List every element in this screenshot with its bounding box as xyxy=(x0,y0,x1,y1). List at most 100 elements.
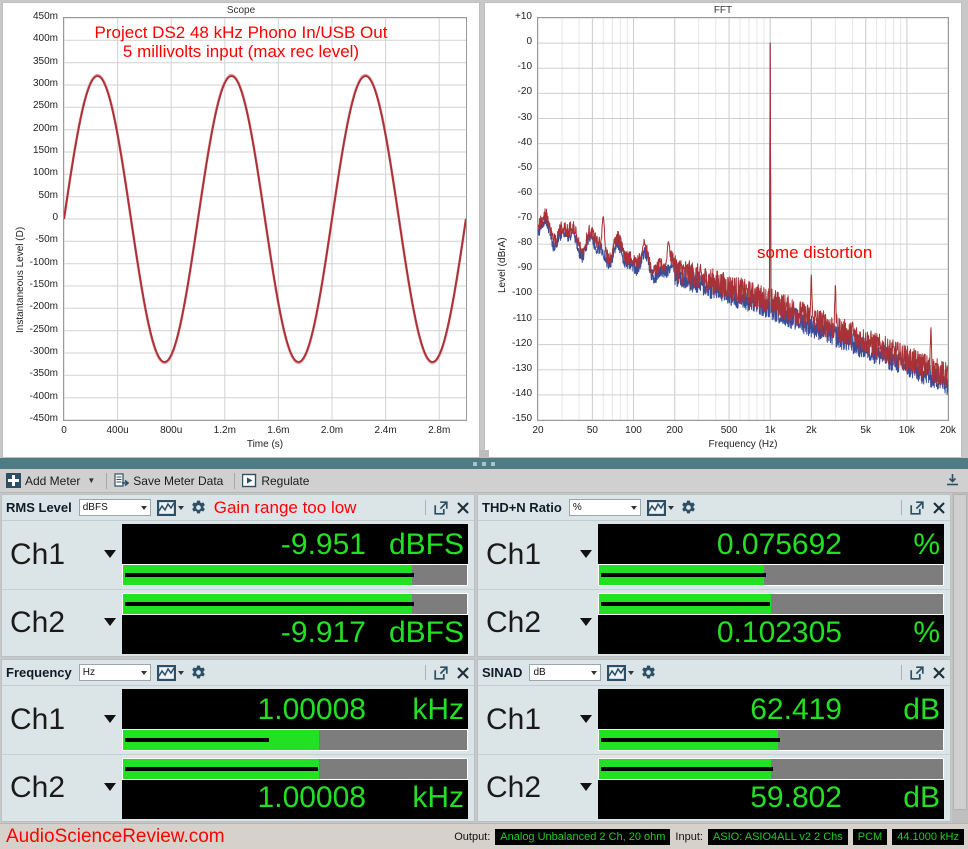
play-icon xyxy=(242,473,257,488)
scope-y-tick: 300m xyxy=(32,78,58,89)
graph-chevron-down-icon[interactable] xyxy=(667,505,674,510)
meter-panel-rms-level: RMS Level dBFS Gain range too low Ch1 -9.951… xyxy=(1,494,475,657)
channel-name: Ch2 xyxy=(486,771,542,805)
toolbar-divider xyxy=(106,472,108,489)
gear-icon[interactable] xyxy=(191,665,206,680)
toolbar-right-group xyxy=(945,473,964,488)
scope-x-tick: 2.8m xyxy=(428,425,451,436)
graph-chevron-down-icon[interactable] xyxy=(628,670,635,675)
channel-selector[interactable]: Ch2 xyxy=(478,755,598,823)
scope-y-tick: -300m xyxy=(29,346,58,357)
regulate-button[interactable]: Regulate xyxy=(240,470,315,492)
graph-icon[interactable] xyxy=(646,499,666,516)
channel-name: Ch1 xyxy=(10,702,66,736)
chevron-down-icon[interactable] xyxy=(580,714,592,723)
chevron-down-icon[interactable] xyxy=(104,618,116,627)
close-icon[interactable] xyxy=(456,501,470,515)
graph-icon[interactable] xyxy=(156,499,176,516)
fft-y-tick: -90 xyxy=(517,262,532,274)
fft-y-tick: -100 xyxy=(511,287,532,299)
level-bar-peak xyxy=(601,572,767,577)
regulate-label: Regulate xyxy=(261,473,310,488)
value-text: -9.951 xyxy=(280,528,366,561)
channel-readout: 1.00008 kHz xyxy=(122,757,468,819)
unit-select[interactable]: % xyxy=(568,499,641,516)
scope-plot-area[interactable] xyxy=(63,17,467,421)
fft-y-tick: -150 xyxy=(511,413,532,424)
close-icon[interactable] xyxy=(932,666,946,680)
fft-y-tick: -20 xyxy=(517,86,532,98)
unit-select[interactable]: dB xyxy=(529,664,602,681)
save-meter-data-button[interactable]: Save Meter Data xyxy=(112,470,229,492)
meter-header-actions xyxy=(419,665,470,680)
scope-y-tick: -350m xyxy=(29,368,58,380)
chevron-down-icon[interactable] xyxy=(104,549,116,558)
channel-selector[interactable]: Ch1 xyxy=(2,521,122,589)
pane-splitter[interactable] xyxy=(0,458,968,469)
scope-y-tick: 0 xyxy=(52,212,58,223)
chevron-down-icon[interactable] xyxy=(580,549,592,558)
scope-y-tick: -250m xyxy=(29,323,58,335)
level-bar xyxy=(122,563,468,586)
level-bar-peak xyxy=(125,572,414,577)
graph-chevron-down-icon[interactable] xyxy=(177,670,184,675)
channel-selector[interactable]: Ch1 xyxy=(478,521,598,589)
close-icon[interactable] xyxy=(456,666,470,680)
meter-panel-body: Ch1 1.00008 kHz Ch2 1.00008 kHz xyxy=(2,686,474,821)
fft-plot-area[interactable] xyxy=(537,17,949,421)
channel-selector[interactable]: Ch1 xyxy=(2,686,122,754)
scope-x-tick: 1.6m xyxy=(267,425,290,436)
fft-y-tick: 0 xyxy=(526,36,532,48)
fft-x-axis-label: Frequency (Hz) xyxy=(708,439,778,450)
channel-readout: 59.802 dB xyxy=(598,757,944,819)
popout-icon[interactable] xyxy=(910,500,924,515)
close-icon[interactable] xyxy=(932,501,946,515)
meter-panel-frequency: Frequency Hz Ch1 1.00008 kHz Ch2 1.00008 kHz xyxy=(1,659,475,822)
graph-icon[interactable] xyxy=(156,664,176,681)
meters-scrollbar-thumb[interactable] xyxy=(953,494,967,810)
channel-selector[interactable]: Ch2 xyxy=(2,755,122,823)
level-bar xyxy=(122,757,468,780)
fft-chart-pane[interactable]: FFT Level (dBrA) +10 0 -10 -20 -30 -40 -50 -60-… xyxy=(484,2,962,458)
gear-icon[interactable] xyxy=(641,665,656,680)
level-bar xyxy=(598,592,944,615)
gear-icon[interactable] xyxy=(681,500,696,515)
scope-chart-pane[interactable]: Scope Instantaneous Level (D) 450m 400m 35… xyxy=(2,2,480,458)
scope-x-tick: 2.4m xyxy=(374,425,397,436)
popout-icon[interactable] xyxy=(910,665,924,680)
graph-icon[interactable] xyxy=(607,664,627,681)
input-value[interactable]: ASIO: ASIO4ALL v2 2 Chs xyxy=(707,828,848,845)
add-meter-button[interactable]: Add Meter ▼ xyxy=(4,470,101,492)
chevron-down-icon[interactable] xyxy=(104,714,116,723)
fft-x-tick: 5k xyxy=(860,425,871,436)
splitter-grip xyxy=(473,462,495,466)
gear-icon[interactable] xyxy=(191,500,206,515)
meter-channel-row: Ch2 0.102305% xyxy=(478,588,950,658)
meters-scrollbar[interactable] xyxy=(952,493,968,823)
popout-icon[interactable] xyxy=(434,665,448,680)
value-text: 62.419 xyxy=(750,693,842,726)
output-value[interactable]: Analog Unbalanced 2 Ch, 20 ohm xyxy=(495,828,671,845)
value-text: 1.00008 xyxy=(257,781,366,814)
scope-chart-title: Scope xyxy=(226,5,256,16)
channel-selector[interactable]: Ch2 xyxy=(2,590,122,658)
input-label: Input: xyxy=(675,830,703,843)
scope-y-tick: -450m xyxy=(29,413,58,424)
channel-selector[interactable]: Ch2 xyxy=(478,590,598,658)
chevron-down-icon[interactable] xyxy=(580,618,592,627)
chevron-down-icon[interactable] xyxy=(580,783,592,792)
level-bar xyxy=(598,757,944,780)
site-watermark: AudioScienceReview.com xyxy=(6,825,225,847)
fft-y-tick: -140 xyxy=(511,387,532,399)
export-download-icon[interactable] xyxy=(945,473,960,488)
popout-icon[interactable] xyxy=(434,500,448,515)
unit-select[interactable]: Hz xyxy=(78,664,151,681)
fft-x-tick: 1k xyxy=(764,425,776,436)
unit-select[interactable]: dBFS xyxy=(78,499,151,516)
graph-chevron-down-icon[interactable] xyxy=(177,505,184,510)
fft-y-tick: -10 xyxy=(517,61,532,73)
chevron-down-icon[interactable] xyxy=(104,783,116,792)
meter-channel-row: Ch1 -9.951 dBFS xyxy=(2,521,474,589)
channel-selector[interactable]: Ch1 xyxy=(478,686,598,754)
channel-readout: -9.917 dBFS xyxy=(122,592,468,654)
